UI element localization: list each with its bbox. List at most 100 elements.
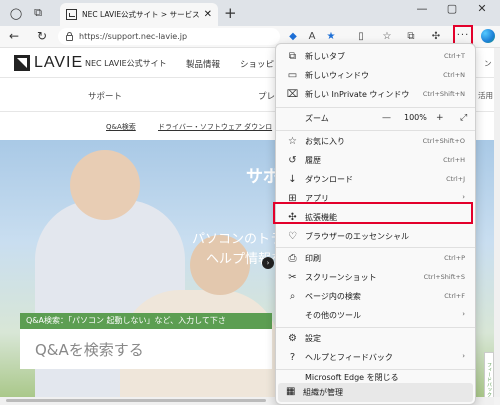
nav-shopping[interactable]: ショッピ bbox=[240, 58, 274, 70]
url-text: https://support.nec-lavie.jp bbox=[79, 32, 188, 41]
menu-shortcut: Ctrl+Shift+O bbox=[422, 137, 465, 145]
menu-new-tab[interactable]: ⧉ 新しいタブ Ctrl+T bbox=[278, 47, 473, 66]
read-aloud-icon[interactable]: A bbox=[305, 30, 319, 44]
qa-search-hint: Q&A検索：「パソコン 起動しない」など、入力して下さ bbox=[20, 313, 272, 329]
menu-label: 印刷 bbox=[305, 254, 321, 263]
tab-bar: ◯ ⧉ NEC LAVIE公式サイト > サービス&サ ✕ + — ▢ ✕ bbox=[0, 0, 500, 26]
tab-title: NEC LAVIE公式サイト > サービス&サ bbox=[82, 10, 200, 19]
link-driver-download[interactable]: ドライバー・ソフトウェア ダウンロ bbox=[158, 122, 272, 132]
fullscreen-icon[interactable]: ⤢ bbox=[460, 113, 467, 123]
menu-shortcut: Ctrl+T bbox=[444, 52, 465, 60]
zoom-value: 100% bbox=[404, 113, 427, 122]
menu-label: ページ内の検索 bbox=[305, 292, 361, 301]
nav-products[interactable]: 製品情報 bbox=[186, 58, 220, 70]
close-window-button[interactable]: ✕ bbox=[470, 2, 494, 15]
menu-label: 履歴 bbox=[305, 156, 321, 165]
lavie-logo[interactable]: LAVIE bbox=[14, 54, 83, 72]
settings-menu: ⧉ 新しいタブ Ctrl+T ▭ 新しいウィンドウ Ctrl+N ⌧ 新しい I… bbox=[275, 43, 476, 405]
submenu-arrow-icon: › bbox=[462, 310, 465, 318]
find-icon: ⌕ bbox=[289, 291, 296, 302]
more-options-button[interactable]: ··· bbox=[453, 25, 473, 45]
menu-shortcut: Ctrl+Shift+S bbox=[423, 273, 465, 281]
menu-shortcut: Ctrl+F bbox=[444, 292, 465, 300]
menu-divider bbox=[276, 107, 475, 108]
menu-divider bbox=[276, 327, 475, 328]
lock-icon bbox=[66, 31, 73, 41]
profile-icon[interactable]: ◯ bbox=[8, 5, 24, 21]
vertical-scrollbar[interactable] bbox=[494, 48, 500, 397]
print-icon: ⎙ bbox=[288, 253, 297, 264]
managed-icon: ▦ bbox=[286, 386, 296, 397]
screenshot-icon: ✂ bbox=[288, 272, 297, 283]
logo-mark-icon bbox=[14, 55, 30, 71]
new-tab-icon: ⧉ bbox=[288, 51, 297, 62]
menu-shortcut: Ctrl+Shift+N bbox=[422, 90, 465, 98]
edge-copilot-icon[interactable] bbox=[481, 29, 495, 43]
maximize-button[interactable]: ▢ bbox=[440, 2, 464, 15]
menu-managed-by-org[interactable]: ▦ 組織が管理 bbox=[278, 383, 473, 402]
tab-close-icon[interactable]: ✕ bbox=[204, 9, 212, 20]
menu-label: スクリーンショット bbox=[305, 273, 377, 282]
menu-history[interactable]: ↺ 履歴 Ctrl+H bbox=[278, 151, 473, 170]
site-favicon-icon bbox=[66, 9, 77, 20]
menu-screenshot[interactable]: ✂ スクリーンショット Ctrl+Shift+S bbox=[278, 268, 473, 287]
zoom-out-button[interactable]: — bbox=[382, 113, 391, 123]
new-window-icon: ▭ bbox=[287, 70, 298, 81]
menu-close-edge[interactable]: Microsoft Edge を閉じる bbox=[278, 364, 473, 383]
menu-shortcut: Ctrl+J bbox=[446, 175, 465, 183]
menu-shortcut: Ctrl+H bbox=[443, 156, 465, 164]
favorites-icon: ☆ bbox=[288, 136, 297, 147]
menu-shortcut: Ctrl+P bbox=[444, 254, 465, 262]
submenu-arrow-icon: › bbox=[462, 193, 465, 201]
link-qa-search[interactable]: Q&A検索 bbox=[106, 122, 136, 132]
menu-print[interactable]: ⎙ 印刷 Ctrl+P bbox=[278, 249, 473, 268]
menu-shortcut: Ctrl+N bbox=[443, 71, 465, 79]
menu-label: 新しいウィンドウ bbox=[305, 71, 369, 80]
new-tab-button[interactable]: + bbox=[224, 4, 237, 22]
menu-label: ヘルプとフィードバック bbox=[305, 353, 393, 362]
menu-divider bbox=[276, 130, 475, 131]
menu-label: 組織が管理 bbox=[303, 388, 343, 397]
site-name[interactable]: NEC LAVIE公式サイト bbox=[85, 58, 167, 69]
refresh-button[interactable]: ↻ bbox=[34, 29, 50, 43]
menu-favorites[interactable]: ☆ お気に入り Ctrl+Shift+O bbox=[278, 132, 473, 151]
back-button[interactable]: ← bbox=[6, 29, 22, 43]
help-icon: ? bbox=[289, 352, 296, 363]
inprivate-icon: ⌧ bbox=[286, 89, 299, 100]
subnav-support[interactable]: サポート bbox=[88, 90, 122, 102]
qa-search-placeholder: Q&Aを検索する bbox=[35, 341, 144, 359]
address-bar[interactable]: https://support.nec-lavie.jp bbox=[58, 28, 280, 45]
essentials-icon: ♡ bbox=[288, 231, 297, 242]
zoom-in-button[interactable]: + bbox=[436, 113, 444, 123]
menu-label: ダウンロード bbox=[305, 175, 353, 184]
qa-search-input[interactable]: Q&Aを検索する bbox=[20, 329, 272, 369]
collections-icon[interactable]: ⧉ bbox=[404, 30, 418, 44]
menu-find-on-page[interactable]: ⌕ ページ内の検索 Ctrl+F bbox=[278, 287, 473, 306]
menu-downloads[interactable]: ↓ ダウンロード Ctrl+J bbox=[278, 170, 473, 189]
menu-settings[interactable]: ⚙ 設定 bbox=[278, 329, 473, 348]
menu-label: 新しい InPrivate ウィンドウ bbox=[305, 90, 410, 99]
nav-cut-label: ン bbox=[484, 59, 492, 68]
subnav-pre[interactable]: プレ bbox=[258, 90, 275, 102]
menu-label: 新しいタブ bbox=[305, 52, 345, 61]
menu-new-inprivate[interactable]: ⌧ 新しい InPrivate ウィンドウ Ctrl+Shift+N bbox=[278, 85, 473, 104]
menu-label: 設定 bbox=[305, 334, 321, 343]
tab-active[interactable]: NEC LAVIE公式サイト > サービス&サ ✕ bbox=[60, 3, 218, 26]
menu-divider bbox=[276, 247, 475, 248]
extensions-toolbar-icon[interactable]: ✣ bbox=[429, 30, 443, 44]
carousel-next-icon[interactable]: › bbox=[262, 257, 274, 269]
menu-more-tools[interactable]: その他のツール › bbox=[278, 306, 473, 325]
minimize-button[interactable]: — bbox=[410, 2, 434, 15]
favorites-bar-icon[interactable]: ☆ bbox=[380, 30, 394, 44]
workspaces-icon[interactable]: ⧉ bbox=[30, 5, 46, 21]
zoom-label: ズーム bbox=[305, 114, 329, 123]
menu-browser-essentials[interactable]: ♡ ブラウザーのエッセンシャル bbox=[278, 227, 473, 246]
tag-icon[interactable]: ◆ bbox=[286, 30, 300, 44]
menu-new-window[interactable]: ▭ 新しいウィンドウ Ctrl+N bbox=[278, 66, 473, 85]
history-icon: ↺ bbox=[288, 155, 297, 166]
split-screen-icon[interactable]: ▯ bbox=[354, 30, 368, 44]
child-photo-shape bbox=[70, 150, 140, 220]
favorite-star-icon[interactable]: ★ bbox=[324, 30, 338, 44]
feedback-tab[interactable]: フィードバック bbox=[484, 352, 494, 397]
menu-label: お気に入り bbox=[305, 137, 345, 146]
